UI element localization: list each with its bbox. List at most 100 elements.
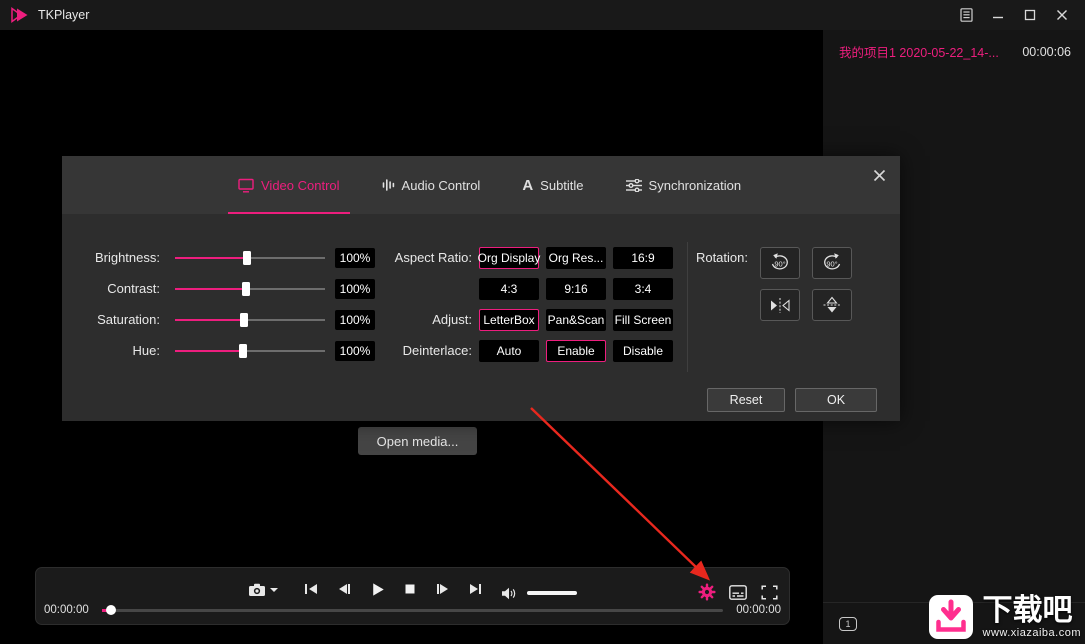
seek-row: 00:00:00 00:00:00 bbox=[44, 604, 781, 616]
play-button[interactable] bbox=[369, 581, 385, 597]
slider-handle[interactable] bbox=[238, 344, 247, 358]
brightness-label: Brightness: bbox=[94, 250, 160, 265]
tkplayer-window: TKPlayer 我的项目1 2020-05-22_14-... 00:00:0… bbox=[0, 0, 1085, 644]
gear-icon bbox=[698, 583, 716, 601]
monitor-icon bbox=[238, 178, 254, 193]
playlist-item-name: 我的项目1 2020-05-22_14-... bbox=[839, 46, 999, 60]
log-button[interactable] bbox=[953, 4, 979, 26]
adjust-fill-screen-button[interactable]: Fill Screen bbox=[613, 309, 673, 331]
volume-slider[interactable] bbox=[527, 588, 577, 598]
adjust-pan-scan-button[interactable]: Pan&Scan bbox=[546, 309, 606, 331]
playlist-count-button[interactable]: 1 bbox=[839, 616, 857, 631]
title-bar: TKPlayer bbox=[0, 0, 1085, 30]
elapsed-time: 00:00:00 bbox=[44, 604, 89, 616]
aspect-org-display-button[interactable]: Org Display bbox=[478, 247, 540, 269]
aspect-ratio-label: Aspect Ratio: bbox=[394, 250, 472, 265]
aspect-9-16-button[interactable]: 9:16 bbox=[546, 278, 606, 300]
slider-handle[interactable] bbox=[241, 282, 250, 296]
tab-label: Audio Control bbox=[401, 177, 481, 193]
slider-handle[interactable] bbox=[240, 313, 248, 327]
step-forward-icon bbox=[437, 584, 448, 594]
svg-text:90°: 90° bbox=[826, 260, 837, 269]
next-button[interactable] bbox=[468, 581, 484, 597]
subtitle-icon bbox=[729, 584, 747, 600]
dialog-tab-bar: Video Control Audio Control A Subtitle S… bbox=[62, 156, 900, 214]
snapshot-button[interactable] bbox=[248, 583, 278, 597]
slider-handle[interactable] bbox=[243, 251, 251, 265]
tab-synchronization[interactable]: Synchronization bbox=[616, 156, 752, 214]
transport-controls bbox=[303, 581, 484, 597]
watermark-url: www.xiazaiba.com bbox=[982, 626, 1081, 639]
play-icon bbox=[372, 582, 384, 596]
document-icon bbox=[959, 8, 973, 22]
aspect-4-3-button[interactable]: 4:3 bbox=[479, 278, 539, 300]
aspect-3-4-button[interactable]: 3:4 bbox=[613, 278, 673, 300]
contrast-slider[interactable] bbox=[175, 282, 325, 296]
saturation-slider[interactable] bbox=[175, 313, 325, 327]
stop-button[interactable] bbox=[402, 581, 418, 597]
brightness-slider[interactable] bbox=[175, 251, 325, 265]
tab-video-control[interactable]: Video Control bbox=[228, 156, 350, 214]
dialog-close-button[interactable] bbox=[870, 166, 888, 184]
deinterlace-label: Deinterlace: bbox=[402, 343, 472, 358]
total-time: 00:00:00 bbox=[736, 604, 781, 616]
close-icon bbox=[873, 169, 885, 181]
app-logo-icon bbox=[10, 7, 30, 23]
video-settings-dialog: Video Control Audio Control A Subtitle S… bbox=[62, 156, 900, 421]
reset-button[interactable]: Reset bbox=[707, 388, 785, 412]
minimize-icon bbox=[993, 16, 1003, 19]
playback-control-bar: 00:00:00 00:00:00 bbox=[35, 567, 790, 625]
settings-button[interactable] bbox=[697, 582, 717, 602]
seek-slider[interactable] bbox=[102, 604, 723, 616]
sliders-icon bbox=[625, 178, 642, 192]
hue-label: Hue: bbox=[132, 343, 160, 358]
adjust-label: Adjust: bbox=[432, 312, 472, 327]
ok-button[interactable]: OK bbox=[795, 388, 877, 412]
volume-fill bbox=[527, 591, 577, 595]
subtitle-button[interactable] bbox=[728, 582, 748, 602]
seek-handle[interactable] bbox=[106, 605, 117, 615]
svg-text:90°: 90° bbox=[774, 260, 785, 269]
flip-horizontal-button[interactable] bbox=[760, 289, 800, 321]
vertical-divider bbox=[687, 242, 688, 372]
flip-horizontal-icon bbox=[771, 297, 790, 313]
tab-label: Synchronization bbox=[648, 177, 742, 193]
rotate-right-button[interactable]: 90° bbox=[812, 247, 852, 279]
previous-button[interactable] bbox=[303, 581, 319, 597]
adjust-letterbox-button[interactable]: LetterBox bbox=[479, 309, 539, 331]
fullscreen-button[interactable] bbox=[759, 582, 779, 602]
hue-slider[interactable] bbox=[175, 344, 325, 358]
tab-audio-control[interactable]: Audio Control bbox=[372, 156, 491, 214]
aspect-org-res-button[interactable]: Org Res... bbox=[546, 247, 606, 269]
flip-vertical-button[interactable] bbox=[812, 289, 852, 321]
close-icon bbox=[1057, 10, 1067, 20]
contrast-label: Contrast: bbox=[107, 281, 160, 296]
open-media-button[interactable]: Open media... bbox=[358, 427, 477, 455]
seek-track bbox=[102, 609, 723, 612]
app-title: TKPlayer bbox=[38, 8, 90, 22]
deinterlace-auto-button[interactable]: Auto bbox=[479, 340, 539, 362]
playlist-item[interactable]: 我的项目1 2020-05-22_14-... 00:00:06 bbox=[823, 30, 1085, 71]
minimize-button[interactable] bbox=[985, 4, 1011, 26]
deinterlace-disable-button[interactable]: Disable bbox=[613, 340, 673, 362]
skip-start-icon bbox=[305, 584, 317, 594]
tab-subtitle[interactable]: A Subtitle bbox=[512, 156, 593, 214]
aspect-16-9-button[interactable]: 16:9 bbox=[613, 247, 673, 269]
maximize-button[interactable] bbox=[1017, 4, 1043, 26]
tab-label: Subtitle bbox=[540, 177, 584, 193]
frame-back-button[interactable] bbox=[336, 581, 352, 597]
download-logo-icon bbox=[928, 595, 973, 639]
mute-button[interactable] bbox=[499, 583, 519, 603]
fullscreen-icon bbox=[760, 584, 778, 600]
maximize-icon bbox=[1024, 9, 1036, 21]
audio-bars-icon bbox=[382, 179, 394, 191]
deinterlace-enable-button[interactable]: Enable bbox=[546, 340, 606, 362]
rotate-ccw-icon: 90° bbox=[771, 253, 788, 270]
window-controls bbox=[953, 4, 1075, 26]
close-button[interactable] bbox=[1049, 4, 1075, 26]
volume-controls bbox=[499, 583, 577, 603]
flip-vertical-icon bbox=[823, 296, 841, 313]
frame-forward-button[interactable] bbox=[435, 581, 451, 597]
playlist-item-duration: 00:00:06 bbox=[1022, 44, 1071, 59]
rotate-left-button[interactable]: 90° bbox=[760, 247, 800, 279]
